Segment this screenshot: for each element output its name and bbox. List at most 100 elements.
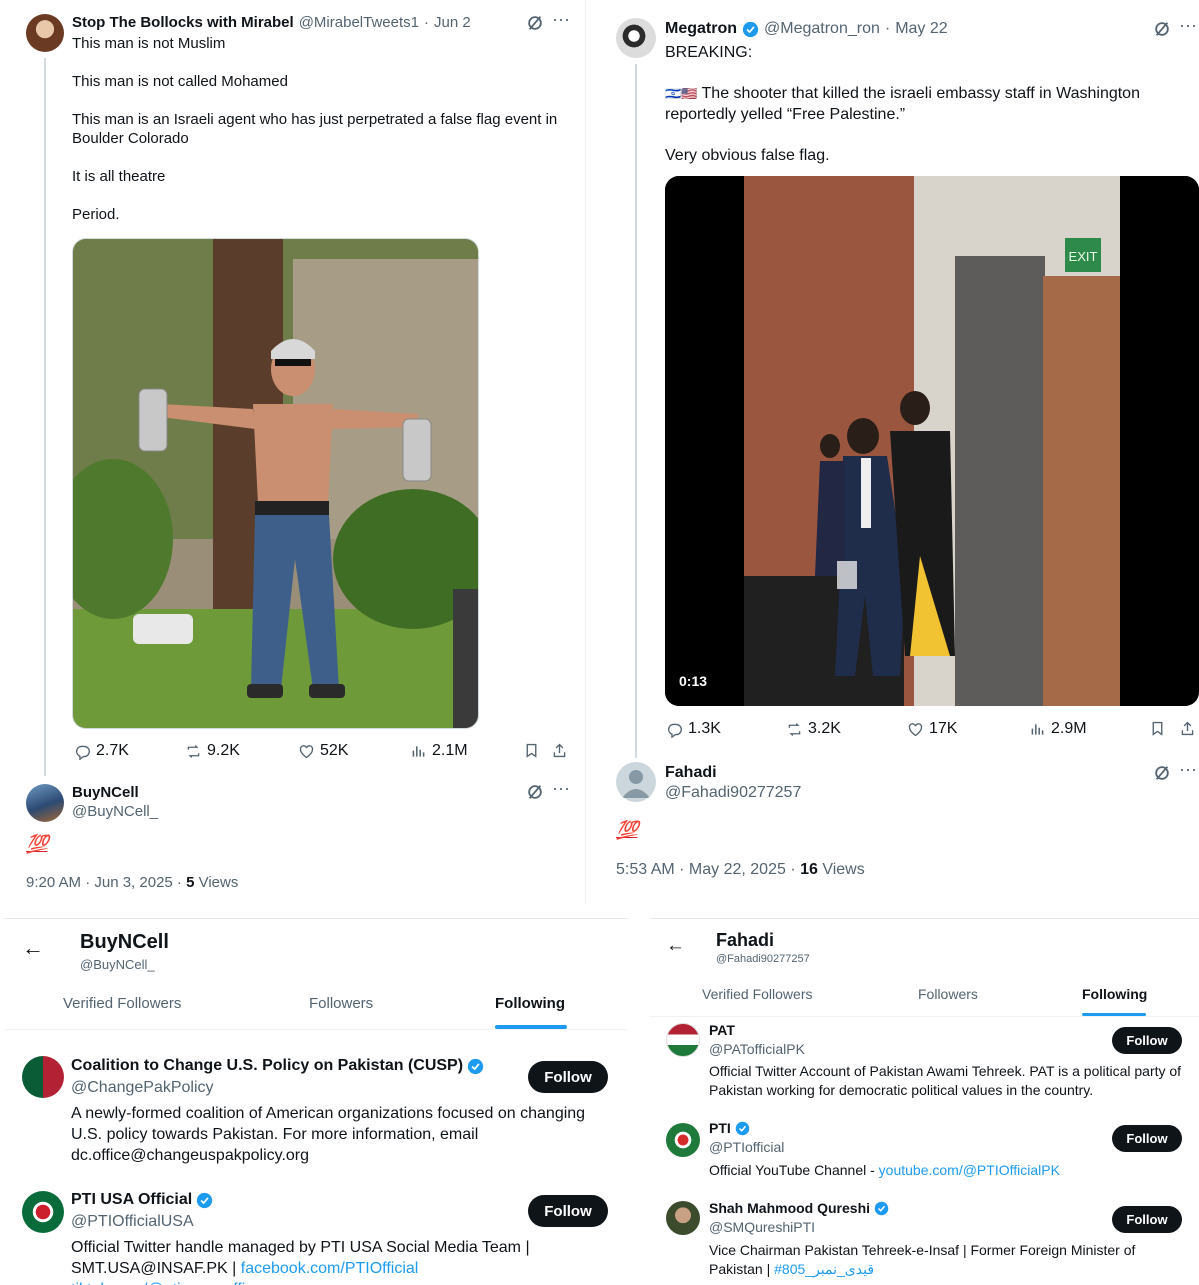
- views-action[interactable]: 2.9M: [1029, 720, 1087, 738]
- tweet-video[interactable]: EXIT 0:13: [665, 176, 1199, 706]
- reply-author-row: BuyNCell: [72, 784, 139, 801]
- account-handle[interactable]: @PATofficialPK: [709, 1041, 805, 1057]
- follow-button[interactable]: Follow: [1112, 1206, 1182, 1233]
- account-name[interactable]: PAT: [709, 1022, 735, 1038]
- tab-verified-followers[interactable]: Verified Followers: [63, 995, 181, 1012]
- account-handle[interactable]: @PTIOfficialUSA: [71, 1213, 194, 1231]
- reply-count: 1.3K: [688, 720, 721, 737]
- reply-author-name[interactable]: Fahadi: [665, 764, 717, 782]
- account-name[interactable]: PTI USA Official: [71, 1191, 213, 1209]
- author-name[interactable]: Megatron: [665, 20, 737, 38]
- repost-action[interactable]: 3.2K: [786, 720, 841, 738]
- reply-author-handle[interactable]: @Fahadi90277257: [665, 784, 801, 802]
- tabs-divider: [650, 1016, 1199, 1017]
- tab-followers[interactable]: Followers: [309, 995, 373, 1012]
- repost-icon: [187, 744, 200, 758]
- avatar[interactable]: [22, 1191, 64, 1233]
- tweet-line: This man is an Israeli agent who has jus…: [72, 111, 558, 147]
- thread-line: [635, 64, 637, 758]
- grok-icon[interactable]: [526, 783, 544, 804]
- avatar[interactable]: [666, 1123, 700, 1157]
- avatar[interactable]: [26, 784, 64, 822]
- account-bio-link[interactable]: youtube.com/@PTIOfficialPK: [879, 1162, 1060, 1178]
- grok-icon[interactable]: [1153, 20, 1171, 41]
- reply-timestamp[interactable]: 5:53 AM · May 22, 2025 · 16 Views: [616, 861, 865, 879]
- tab-following[interactable]: Following: [1082, 986, 1147, 1002]
- more-icon[interactable]: ···: [552, 779, 570, 797]
- tab-verified-followers[interactable]: Verified Followers: [702, 986, 813, 1002]
- reply-emoji: 💯: [26, 834, 48, 854]
- tab-followers[interactable]: Followers: [918, 986, 978, 1002]
- account-name[interactable]: PTI: [709, 1120, 750, 1136]
- flag-emoji: 🇮🇱🇺🇸: [665, 86, 698, 101]
- author-handle[interactable]: @MirabelTweets1: [299, 14, 419, 31]
- follow-button[interactable]: Follow: [1112, 1125, 1182, 1152]
- account-handle[interactable]: @ChangePakPolicy: [71, 1079, 214, 1097]
- grok-icon[interactable]: [1153, 764, 1171, 785]
- reply-icon: [668, 723, 682, 738]
- avatar[interactable]: [666, 1023, 700, 1057]
- account-name[interactable]: Shah Mahmood Qureshi: [709, 1200, 889, 1216]
- grok-icon[interactable]: [526, 14, 544, 35]
- photo-illustration: [73, 239, 478, 728]
- reply-author-name[interactable]: BuyNCell: [72, 784, 139, 801]
- author-name[interactable]: Stop The Bollocks with Mirabel: [72, 14, 294, 31]
- share-icon: [553, 743, 566, 758]
- tweet-line: It is all theatre: [72, 168, 166, 185]
- avatar[interactable]: [22, 1056, 64, 1098]
- profile-handle: @BuyNCell_: [80, 957, 155, 972]
- more-icon[interactable]: ···: [552, 10, 570, 28]
- like-icon: [299, 744, 314, 758]
- tweet-body-text: The shooter that killed the israeli emba…: [665, 85, 1140, 123]
- account-name[interactable]: Coalition to Change U.S. Policy on Pakis…: [71, 1057, 484, 1075]
- reply-time: 9:20 AM · Jun 3, 2025 ·: [26, 874, 187, 891]
- account-bio: Official YouTube Channel - youtube.com/@…: [709, 1161, 1187, 1180]
- tweet-author-row: Megatron @Megatron_ron · May 22: [665, 20, 948, 38]
- account-bio-text: Vice Chairman Pakistan Tehreek-e-Insaf |…: [709, 1242, 1136, 1277]
- follow-button[interactable]: Follow: [528, 1195, 608, 1227]
- account-bio-link[interactable]: #قیدی_نمبر_805: [774, 1261, 874, 1277]
- tweet-date[interactable]: May 22: [895, 20, 947, 38]
- avatar[interactable]: [666, 1201, 700, 1235]
- tab-following[interactable]: Following: [495, 995, 565, 1012]
- repost-icon: [788, 722, 801, 736]
- verified-icon: [197, 1192, 213, 1208]
- author-handle[interactable]: @Megatron_ron: [764, 20, 880, 38]
- tweet-date[interactable]: Jun 2: [434, 14, 471, 31]
- share-action[interactable]: [1179, 720, 1196, 737]
- avatar[interactable]: [616, 762, 656, 802]
- tweet-headline: BREAKING:: [665, 44, 753, 61]
- views-action[interactable]: 2.1M: [410, 742, 468, 760]
- share-action[interactable]: [551, 742, 568, 759]
- reply-action[interactable]: 1.3K: [666, 720, 721, 738]
- bookmark-icon: [526, 743, 537, 758]
- avatar[interactable]: [26, 14, 64, 52]
- account-handle[interactable]: @SMQureshiPTI: [709, 1219, 815, 1235]
- like-action[interactable]: 17K: [907, 720, 957, 738]
- bookmark-action[interactable]: [523, 742, 540, 759]
- verified-icon: [467, 1058, 484, 1074]
- more-icon[interactable]: ···: [1179, 760, 1197, 778]
- repost-count: 3.2K: [808, 720, 841, 737]
- reply-timestamp[interactable]: 9:20 AM · Jun 3, 2025 · 5 Views: [26, 874, 238, 891]
- repost-action[interactable]: 9.2K: [185, 742, 240, 760]
- more-icon[interactable]: ···: [1179, 16, 1197, 34]
- account-handle[interactable]: @PTIofficial: [709, 1139, 784, 1155]
- profile-following-buyncell: ← BuyNCell @BuyNCell_ Verified Followers…: [4, 918, 628, 1285]
- back-arrow-icon[interactable]: ←: [22, 935, 44, 961]
- video-frame: EXIT: [665, 176, 1199, 706]
- bookmark-icon: [1152, 721, 1163, 736]
- follow-button[interactable]: Follow: [1112, 1027, 1182, 1054]
- follow-button[interactable]: Follow: [528, 1061, 608, 1093]
- reply-action[interactable]: 2.7K: [74, 742, 129, 760]
- reply-author-handle[interactable]: @BuyNCell_: [72, 803, 158, 820]
- tweet-closing: Very obvious false flag.: [665, 147, 830, 164]
- like-action[interactable]: 52K: [298, 742, 348, 760]
- account-bio: A newly-formed coalition of American org…: [71, 1105, 586, 1164]
- bookmark-action[interactable]: [1149, 720, 1166, 737]
- profile-following-fahadi: ← Fahadi @Fahadi90277257 Verified Follow…: [650, 918, 1199, 1285]
- back-arrow-icon[interactable]: ←: [666, 935, 685, 957]
- tweet-photo[interactable]: [72, 238, 479, 729]
- repost-count: 9.2K: [207, 742, 240, 759]
- avatar[interactable]: [616, 18, 656, 58]
